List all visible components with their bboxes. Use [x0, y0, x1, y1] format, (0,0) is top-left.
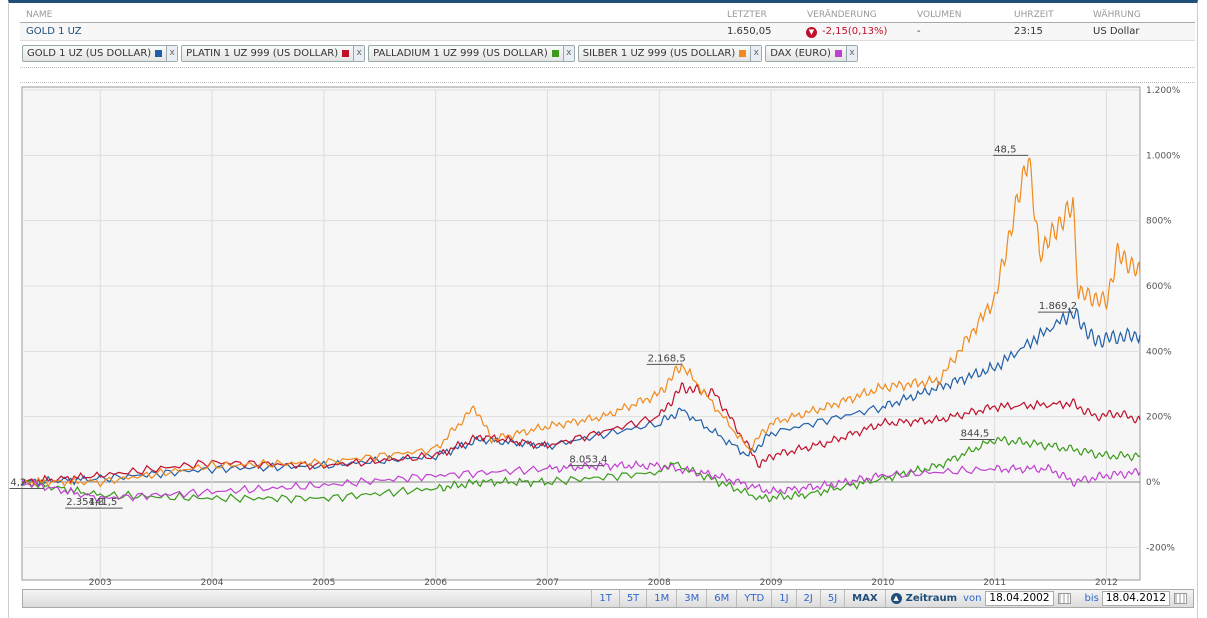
x-tick-label: 2005: [312, 578, 335, 588]
y-tick-label: 400%: [1146, 347, 1172, 357]
annotation-label: 48,5: [994, 144, 1016, 155]
y-tick-label: 0%: [1146, 478, 1161, 488]
range-ytd[interactable]: YTD: [736, 590, 771, 607]
range-6m[interactable]: 6M: [706, 590, 736, 607]
x-tick-label: 2004: [201, 578, 224, 588]
annotation-label: 8.053,4: [569, 455, 607, 466]
x-tick-label: 2009: [760, 578, 783, 588]
annotation-label: 844,5: [961, 429, 990, 440]
x-tick-label: 2011: [983, 578, 1006, 588]
range-1j[interactable]: 1J: [771, 590, 795, 607]
range-1m[interactable]: 1M: [646, 590, 676, 607]
calendar-icon[interactable]: [1174, 593, 1187, 604]
range-toolbar: 1T 5T 1M 3M 6M YTD 1J 2J 5J MAX ▲ Zeitra…: [22, 589, 1194, 608]
annotation-label: 141,5: [89, 497, 118, 508]
x-tick-label: 2012: [1095, 578, 1118, 588]
plot-area: [21, 86, 1141, 581]
annotation-label: 2.168,5: [648, 353, 686, 364]
range-5j[interactable]: 5J: [819, 590, 844, 607]
x-tick-label: 2007: [536, 578, 559, 588]
x-tick-label: 2003: [89, 578, 112, 588]
range-5t[interactable]: 5T: [618, 590, 646, 607]
period-label[interactable]: Zeitraum: [906, 593, 957, 604]
y-tick-label: 800%: [1146, 217, 1172, 227]
calendar-icon[interactable]: [1057, 593, 1071, 604]
from-label: von: [963, 593, 982, 604]
range-2j[interactable]: 2J: [795, 590, 820, 607]
annotation-label: 4,2: [10, 478, 26, 489]
y-tick-label: 1.000%: [1146, 151, 1181, 161]
performance-chart[interactable]: 1.200% 1.000% 800% 600% 400% 200% 0% -200% 2003 2…: [0, 0, 1207, 618]
collapse-icon[interactable]: ▲: [890, 593, 902, 604]
range-3m[interactable]: 3M: [676, 590, 706, 607]
to-label: bis: [1084, 593, 1099, 604]
to-date-input[interactable]: 18.04.2012: [1101, 591, 1170, 606]
x-tick-label: 2008: [648, 578, 671, 588]
annotation-label: 1.869,2: [1039, 301, 1077, 312]
y-tick-label: 1.200%: [1146, 86, 1181, 96]
range-1t[interactable]: 1T: [591, 590, 618, 607]
range-max[interactable]: MAX: [844, 590, 884, 607]
from-date-input[interactable]: 18.04.2002: [985, 591, 1054, 606]
y-tick-label: -200%: [1146, 543, 1175, 553]
y-tick-label: 600%: [1146, 282, 1172, 292]
y-tick-label: 200%: [1146, 413, 1172, 423]
x-tick-label: 2006: [424, 578, 447, 588]
x-tick-label: 2010: [871, 578, 894, 588]
